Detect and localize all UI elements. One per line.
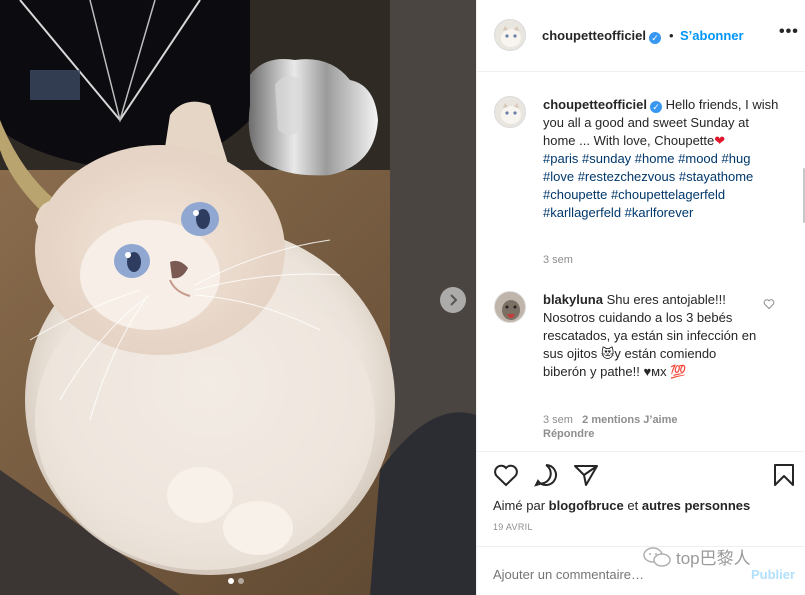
post-side-panel: choupetteofficiel ✓ • S’abonner ••• choup… [476, 0, 805, 595]
cat-photo-image [0, 0, 476, 595]
wechat-icon [643, 546, 671, 567]
carousel-indicator [228, 578, 244, 584]
verified-badge-icon: ✓ [649, 32, 662, 44]
comment-username[interactable]: blakyluna [543, 292, 603, 307]
comment-icon [534, 464, 557, 487]
heart-emoji: ❤ [714, 133, 726, 148]
publish-button[interactable]: Publier [751, 567, 795, 582]
post-actions: Aimé par blogofbruce et autres personnes… [477, 451, 805, 546]
carousel-dot [238, 578, 244, 584]
comment-like-button[interactable] [763, 298, 775, 313]
reply-button[interactable]: Répondre [543, 428, 594, 440]
username-text[interactable]: choupetteofficiel [542, 28, 646, 43]
hundred-emoji: 💯 [670, 364, 687, 379]
likes-prefix: Aimé par [493, 498, 546, 513]
more-options-icon[interactable]: ••• [779, 23, 799, 41]
cat-avatar-icon [495, 97, 525, 127]
share-button[interactable] [573, 463, 599, 490]
post-photo[interactable] [0, 0, 476, 595]
cat-avatar-icon [495, 20, 525, 50]
bookmark-icon [774, 464, 794, 486]
heart-icon [494, 464, 518, 487]
comment-likes-count[interactable]: 2 mentions J’aime [582, 414, 677, 426]
comment-button[interactable] [533, 463, 559, 490]
caption-timestamp[interactable]: 3 sem [543, 254, 573, 266]
avatar[interactable] [494, 291, 526, 323]
avatar[interactable] [494, 96, 526, 128]
comment-input[interactable] [493, 567, 693, 582]
caption-hashtags[interactable]: #paris #sunday #home #mood #hug #love #r… [543, 151, 753, 220]
separator-dot: • [669, 28, 674, 43]
follow-button[interactable]: S’abonner [680, 28, 744, 43]
likes-others[interactable]: autres personnes [642, 498, 750, 513]
caption-username[interactable]: choupetteofficiel [543, 97, 647, 112]
send-icon [574, 465, 598, 486]
cat-avatar-icon [495, 292, 525, 322]
post-header: choupetteofficiel ✓ • S’abonner ••• [477, 0, 805, 72]
heart-outline-icon [763, 299, 775, 310]
avatar[interactable] [494, 19, 526, 51]
like-button[interactable] [493, 463, 519, 490]
watermark-text: top巴黎人 [676, 549, 751, 568]
comment-meta: 3 sem 2 mentions J’aime [543, 414, 678, 426]
verified-badge-icon: ✓ [650, 101, 663, 113]
likes-user[interactable]: blogofbruce [549, 498, 624, 513]
likes-middle: et [627, 498, 639, 513]
comment: blakyluna Shu eres antojable!!! Nosotros… [543, 291, 761, 381]
cat-emoji: 😻 [600, 346, 615, 361]
post-caption: choupetteofficiel ✓ Hello friends, I wish… [543, 96, 783, 222]
carousel-dot-active [228, 578, 234, 584]
save-button[interactable] [773, 463, 795, 490]
comment-timestamp[interactable]: 3 sem [543, 414, 573, 426]
add-comment-bar: Publier [477, 546, 805, 595]
post-author-username[interactable]: choupetteofficiel ✓ [542, 28, 662, 44]
chevron-right-icon [450, 294, 458, 306]
likes-summary: Aimé par blogofbruce et autres personnes [493, 498, 750, 513]
post-date[interactable]: 19 AVRIL [493, 522, 533, 532]
next-photo-button[interactable] [440, 287, 466, 313]
watermark: top巴黎人 [642, 544, 751, 569]
comments-section[interactable]: choupetteofficiel ✓ Hello friends, I wish… [477, 73, 805, 451]
